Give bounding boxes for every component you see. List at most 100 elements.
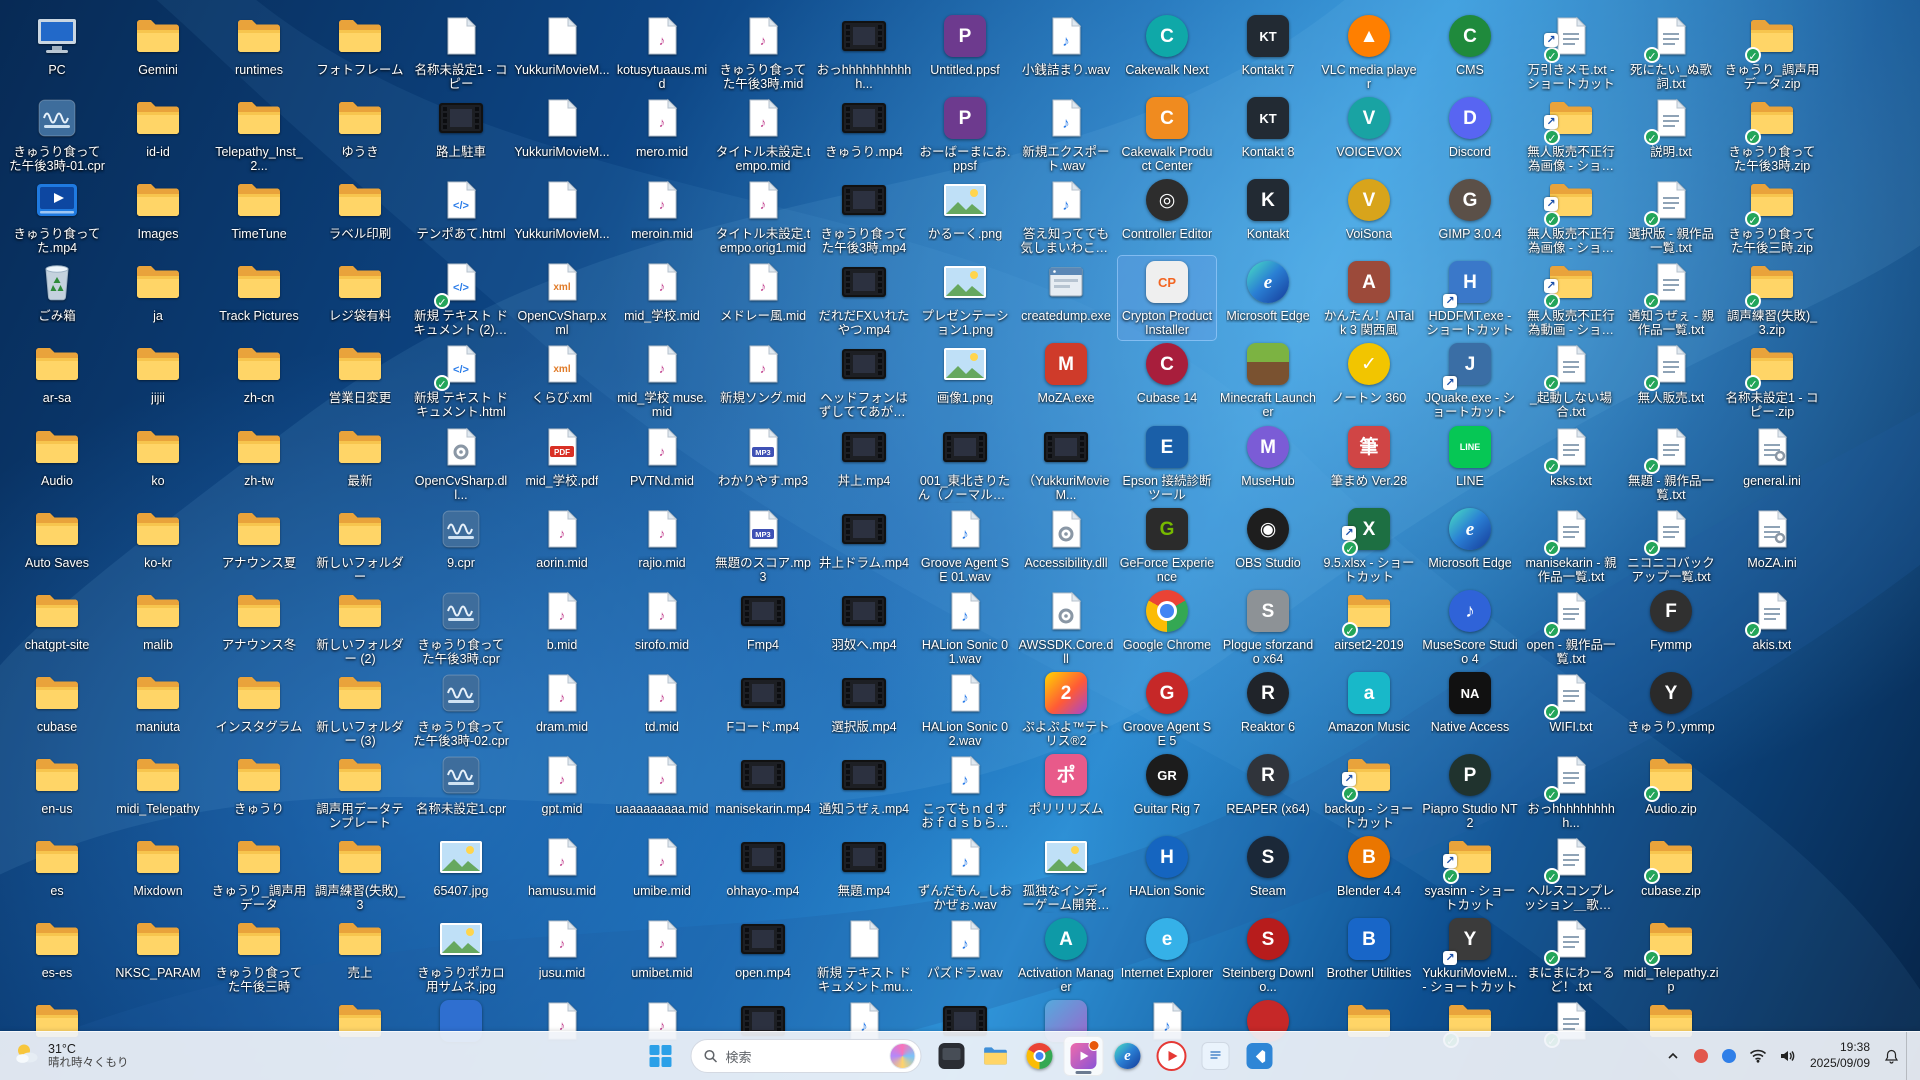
wifi-icon[interactable]: [1744, 1038, 1772, 1074]
desktop-icon[interactable]: ✓まにまにわーるど！.txt: [1522, 913, 1620, 997]
desktop-icon[interactable]: 2ぷよぷよ™テトリス®2: [1017, 667, 1115, 751]
desktop-icon[interactable]: zh-tw: [210, 421, 308, 490]
desktop-icon[interactable]: CCakewalk Next: [1118, 10, 1216, 79]
desktop-icon[interactable]: ✓無人販売.txt: [1622, 338, 1720, 407]
desktop-icon[interactable]: ✓↗無人販売不正行為動画 - ショートカット: [1522, 256, 1620, 340]
desktop-icon[interactable]: ♪uaaaaaaaaa.mid: [613, 749, 711, 818]
desktop-icon[interactable]: ✓midi_Telepathy.zip: [1622, 913, 1720, 997]
desktop-icon[interactable]: H↗HDDFMT.exe - ショートカット: [1421, 256, 1519, 340]
desktop-icon[interactable]: 新しいフォルダー (3): [311, 667, 409, 751]
desktop-icon[interactable]: PC: [8, 10, 106, 79]
desktop-icon[interactable]: だれだFXいれたやつ.mp4: [815, 256, 913, 340]
desktop-icon[interactable]: DDiscord: [1421, 92, 1519, 161]
desktop-icon[interactable]: CCMS: [1421, 10, 1519, 79]
desktop-icon[interactable]: ♪rajio.mid: [613, 503, 711, 572]
desktop-icon[interactable]: MMuseHub: [1219, 421, 1317, 490]
desktop-icon[interactable]: id-id: [109, 92, 207, 161]
desktop-icon[interactable]: ko-kr: [109, 503, 207, 572]
desktop-icon[interactable]: Fmp4: [714, 585, 812, 654]
desktop-icon[interactable]: 調声練習(失敗)_3: [311, 831, 409, 915]
desktop-icon[interactable]: ✓↗無人販売不正行為画像 - ショートカット: [1522, 174, 1620, 258]
desktop-icon[interactable]: open.mp4: [714, 913, 812, 982]
desktop-icon[interactable]: 新しいフォルダー: [311, 503, 409, 587]
desktop-icon[interactable]: MP3わかりやす.mp3: [714, 421, 812, 490]
desktop-icon[interactable]: Images: [109, 174, 207, 243]
desktop-icon[interactable]: cubase: [8, 667, 106, 736]
desktop-icon[interactable]: </>テンポあて.html: [412, 174, 510, 243]
desktop-icon[interactable]: eInternet Explorer: [1118, 913, 1216, 982]
desktop-icon[interactable]: jijii: [109, 338, 207, 407]
desktop-icon[interactable]: RReaktor 6: [1219, 667, 1317, 736]
desktop-icon[interactable]: ♪meroin.mid: [613, 174, 711, 243]
desktop-icon[interactable]: ♪HALion Sonic 01.wav: [916, 585, 1014, 669]
desktop-icon[interactable]: BBrother Utilities: [1320, 913, 1418, 982]
desktop-icon[interactable]: J↗JQuake.exe - ショートカット: [1421, 338, 1519, 422]
desktop-icon[interactable]: 名称未設定1 - コピー: [412, 10, 510, 94]
desktop-icon[interactable]: Auto Saves: [8, 503, 106, 572]
desktop-icon[interactable]: Fコード.mp4: [714, 667, 812, 736]
show-desktop-button[interactable]: [1906, 1032, 1912, 1080]
desktop-icon[interactable]: ♪タイトル未設定.tempo.orig1.mid: [714, 174, 812, 258]
desktop-icon[interactable]: ✓通知うぜぇ - 親作品一覧.txt: [1622, 256, 1720, 340]
desktop-icon[interactable]: LINELINE: [1421, 421, 1519, 490]
desktop-icon[interactable]: きゅうり: [210, 749, 308, 818]
desktop-icon[interactable]: 新規 テキスト ドキュメント.musicxml: [815, 913, 913, 997]
desktop-icon[interactable]: ✓死にたい_ぬ歌詞.txt: [1622, 10, 1720, 94]
desktop-icon[interactable]: フォトフレーム: [311, 10, 409, 79]
desktop-icon[interactable]: aAmazon Music: [1320, 667, 1418, 736]
taskbar-code-button[interactable]: [1240, 1036, 1280, 1076]
desktop-icon[interactable]: ♪Groove Agent SE 01.wav: [916, 503, 1014, 587]
taskbar-youtube-music-button[interactable]: [1152, 1036, 1192, 1076]
desktop-icon[interactable]: xmlくらび.xml: [513, 338, 611, 407]
desktop-icon[interactable]: CCakewalk Product Center: [1118, 92, 1216, 176]
desktop-icon[interactable]: ✓おっhhhhhhhhhh...: [1522, 749, 1620, 833]
desktop-icon[interactable]: ko: [109, 421, 207, 490]
desktop-icon[interactable]: eMicrosoft Edge: [1421, 503, 1519, 572]
desktop-icon[interactable]: EEpson 接続診断ツール: [1118, 421, 1216, 505]
desktop-icon[interactable]: Accessibility.dll: [1017, 503, 1115, 572]
desktop-icon[interactable]: 筆筆まめ Ver.28: [1320, 421, 1418, 490]
desktop-icon[interactable]: ✓説明.txt: [1622, 92, 1720, 161]
desktop-icon[interactable]: きゅうりポカロ用サムネ.jpg: [412, 913, 510, 997]
desktop-icon[interactable]: midi_Telepathy: [109, 749, 207, 818]
desktop-icon[interactable]: Aかんたん！AITalk 3 関西風: [1320, 256, 1418, 340]
desktop-icon[interactable]: 選択版.mp4: [815, 667, 913, 736]
desktop-icon[interactable]: ✓ヘルスコンプレッション＿歌詞.txt: [1522, 831, 1620, 915]
desktop-icon[interactable]: TimeTune: [210, 174, 308, 243]
desktop-icon[interactable]: ✓WIFI.txt: [1522, 667, 1620, 736]
desktop-icon[interactable]: ♪新規ソング.mid: [714, 338, 812, 407]
desktop-icon[interactable]: FFymmp: [1622, 585, 1720, 654]
desktop-icon[interactable]: ✓選択版 - 親作品一覧.txt: [1622, 174, 1720, 258]
desktop-icon[interactable]: Gemini: [109, 10, 207, 79]
desktop-icon[interactable]: ♪td.mid: [613, 667, 711, 736]
desktop-icon[interactable]: 名称未設定1.cpr: [412, 749, 510, 818]
desktop-icon[interactable]: インスタグラム: [210, 667, 308, 736]
desktop-icon[interactable]: ♪PVTNd.mid: [613, 421, 711, 490]
desktop-icon[interactable]: runtimes: [210, 10, 308, 79]
desktop-icon[interactable]: </>✓新規 テキスト ドキュメント.html: [412, 338, 510, 422]
desktop-icon[interactable]: BBlender 4.4: [1320, 831, 1418, 900]
desktop-icon[interactable]: KTKontakt 8: [1219, 92, 1317, 161]
desktop-icon[interactable]: MMoZA.exe: [1017, 338, 1115, 407]
desktop-icon[interactable]: GGIMP 3.0.4: [1421, 174, 1519, 243]
desktop-icon[interactable]: ♪jusu.mid: [513, 913, 611, 982]
desktop-icon[interactable]: ラベル印刷: [311, 174, 409, 243]
desktop-icon[interactable]: createdump.exe: [1017, 256, 1115, 325]
desktop-icon[interactable]: ♪こってもｎｄすおｆｄｓｂらぉあ.wav: [916, 749, 1014, 833]
desktop-icon[interactable]: OpenCvSharp.dll...: [412, 421, 510, 505]
desktop-icon[interactable]: HHALion Sonic: [1118, 831, 1216, 900]
desktop-icon[interactable]: 65407.jpg: [412, 831, 510, 900]
desktop-icon[interactable]: YukkuriMovieM...: [513, 10, 611, 79]
desktop-icon[interactable]: malib: [109, 585, 207, 654]
desktop-icon[interactable]: 無題.mp4: [815, 831, 913, 900]
desktop-icon[interactable]: ♪きゅうり食ってた午後3時.mid: [714, 10, 812, 94]
desktop-icon[interactable]: SSteinberg Downlo...: [1219, 913, 1317, 997]
clock[interactable]: 19:38 2025/09/09: [1804, 1040, 1876, 1071]
tray-chevron-up-icon[interactable]: [1660, 1038, 1686, 1074]
taskbar-dark-app-button[interactable]: [932, 1036, 972, 1076]
notification-bell-icon[interactable]: [1878, 1038, 1904, 1074]
desktop-icon[interactable]: ♪kotusytuaaus.mid: [613, 10, 711, 94]
desktop-icon[interactable]: GGroove Agent SE 5: [1118, 667, 1216, 751]
desktop-icon[interactable]: es: [8, 831, 106, 900]
desktop-icon[interactable]: manisekarin.mp4: [714, 749, 812, 818]
